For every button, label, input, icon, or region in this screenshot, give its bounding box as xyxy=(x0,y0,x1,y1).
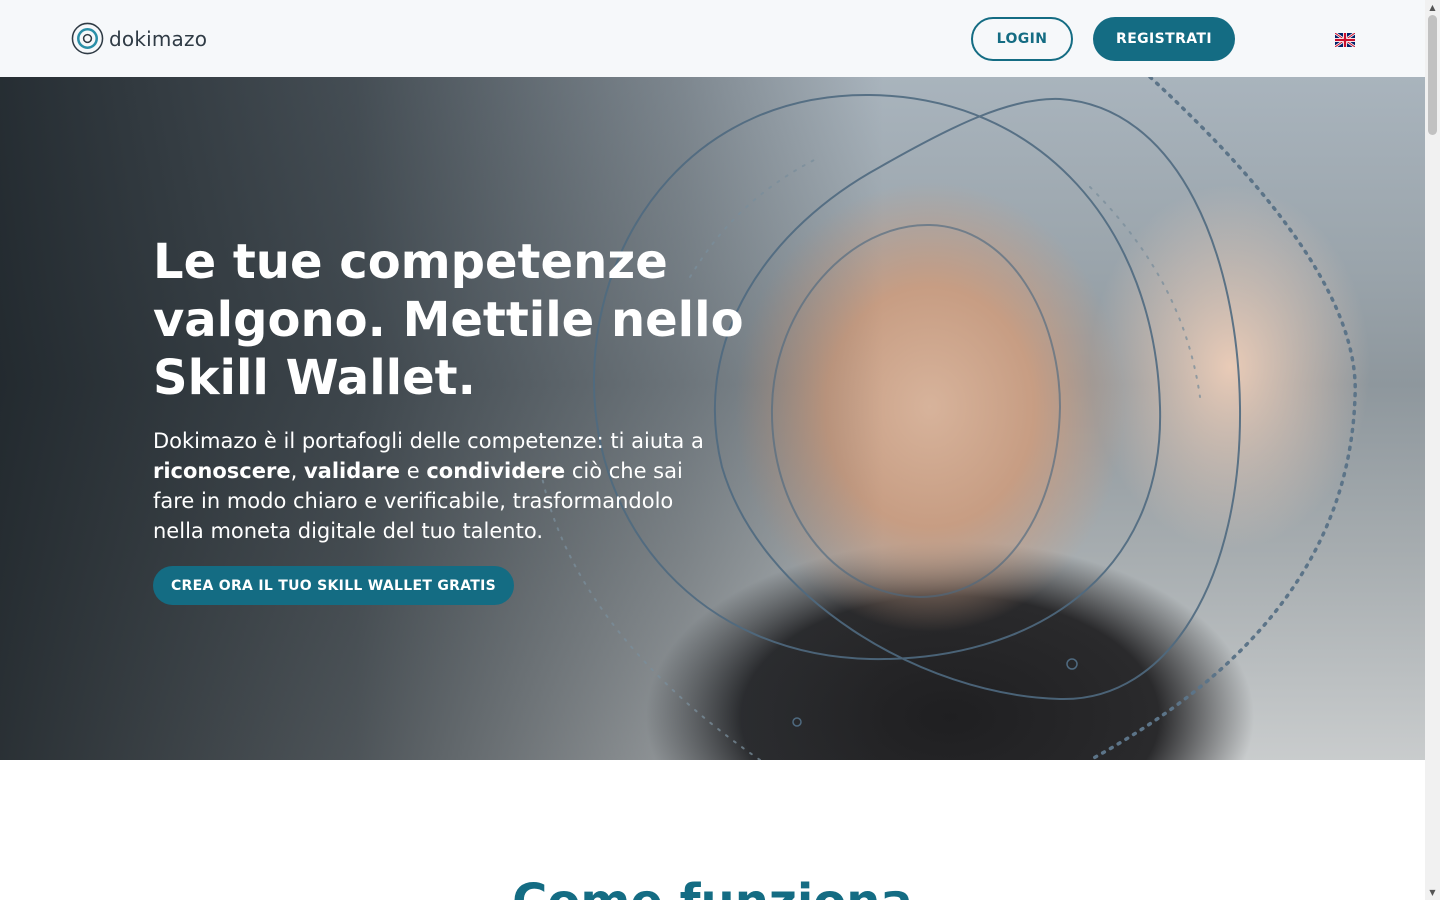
site-header: dokimazo LOGIN REGISTRATI xyxy=(0,0,1425,77)
hero-decorative-rings xyxy=(539,77,1357,760)
brand-name: dokimazo xyxy=(109,26,208,51)
hero-desc-text: e xyxy=(400,459,427,483)
hero-desc-text: , xyxy=(290,459,304,483)
brand-logo[interactable]: dokimazo xyxy=(71,22,207,55)
hero-section: Le tue competenze valgono. Mettile nello… xyxy=(0,77,1425,760)
hero-desc-highlight: riconoscere xyxy=(153,459,291,483)
hero-desc-highlight: validare xyxy=(303,459,401,483)
page-scrollbar[interactable]: ▲ ▼ xyxy=(1425,0,1440,900)
hero-desc-text: Dokimazo è il portafogli delle competenz… xyxy=(153,429,704,453)
login-button[interactable]: LOGIN xyxy=(971,17,1073,61)
hero-title: Le tue competenze valgono. Mettile nello… xyxy=(153,234,744,406)
hero-description: Dokimazo è il portafogli delle competenz… xyxy=(153,426,713,546)
create-skill-wallet-button[interactable]: CREA ORA IL TUO SKILL WALLET GRATIS xyxy=(153,566,514,605)
hero-desc-highlight: condividere xyxy=(426,459,566,483)
uk-flag-icon[interactable] xyxy=(1335,33,1355,47)
scrollbar-thumb[interactable] xyxy=(1428,15,1437,135)
scroll-up-arrow-icon[interactable]: ▲ xyxy=(1428,3,1437,12)
scroll-down-arrow-icon[interactable]: ▼ xyxy=(1428,888,1437,897)
section-title: Come funziona xyxy=(0,872,1425,900)
dokimazo-logo-icon xyxy=(71,22,104,55)
register-button[interactable]: REGISTRATI xyxy=(1093,17,1235,61)
